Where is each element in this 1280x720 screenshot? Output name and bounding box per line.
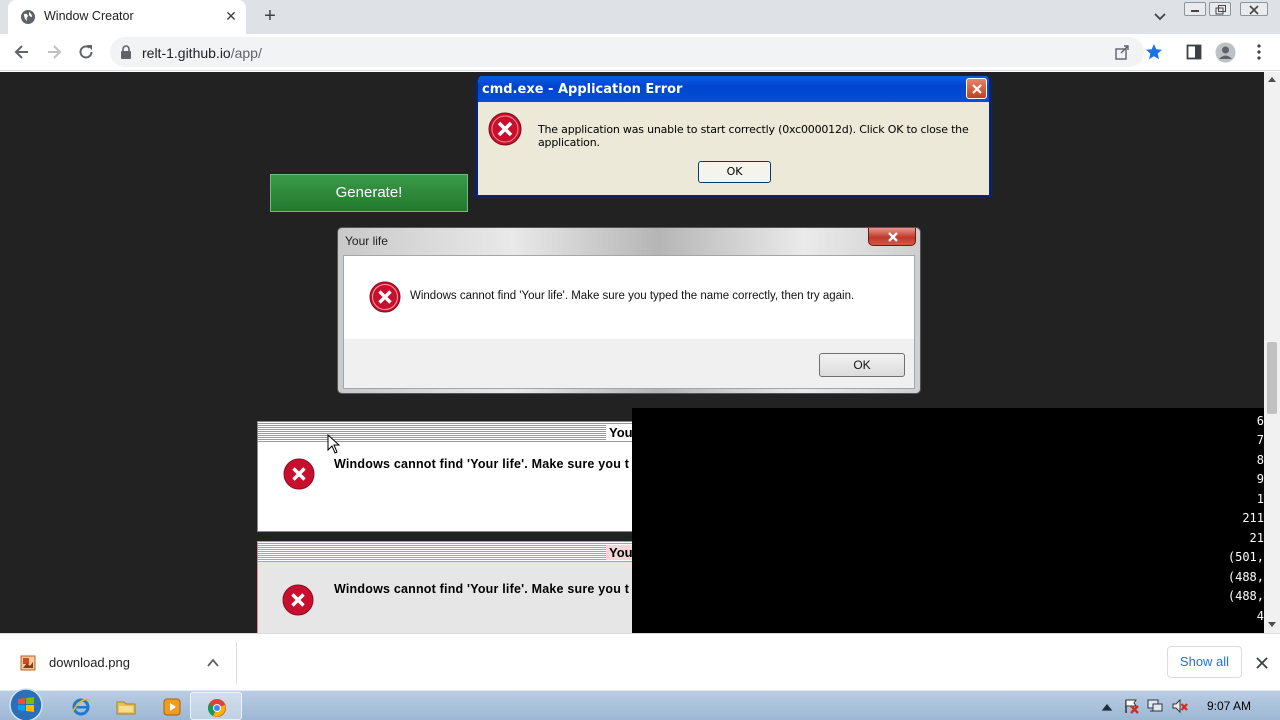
terminal-line: 1 <box>1256 492 1264 506</box>
terminal-line: (501, <box>1227 550 1264 564</box>
browser-tab[interactable]: Window Creator ✕ <box>8 0 246 34</box>
terminal-line: (488, <box>1227 570 1264 584</box>
xp-close-button[interactable] <box>966 78 987 99</box>
terminal-line: 4 <box>1256 609 1264 623</box>
classic-dialog-titlebar: Your <box>258 422 632 442</box>
tab-title: Window Creator <box>44 9 134 23</box>
lock-icon[interactable] <box>120 45 132 59</box>
restore-button[interactable] <box>1209 2 1231 16</box>
forward-arrow-icon[interactable] <box>44 42 64 62</box>
back-arrow-icon[interactable] <box>12 42 32 62</box>
network-icon[interactable] <box>1147 698 1163 714</box>
show-all-button[interactable]: Show all <box>1167 646 1242 678</box>
divider <box>236 642 237 684</box>
win7-dialog-body: Windows cannot find 'Your life'. Make su… <box>343 255 915 389</box>
window-close-button[interactable] <box>1240 2 1268 16</box>
classic-dialog-title: Your <box>606 545 632 560</box>
bookmark-star-icon[interactable] <box>1145 43 1163 61</box>
scroll-up-arrow-icon[interactable] <box>1268 76 1276 84</box>
xp-ok-button[interactable]: OK <box>698 161 771 183</box>
error-icon <box>283 458 315 490</box>
classic-dialog-message: Windows cannot find 'Your life'. Make su… <box>334 457 630 471</box>
xp-dialog-title: cmd.exe - Application Error <box>478 76 989 102</box>
close-icon <box>888 232 898 242</box>
terminal-line: (488, <box>1227 589 1264 603</box>
terminal-line: 7 <box>1256 433 1264 447</box>
win7-ok-button[interactable]: OK <box>819 353 905 377</box>
win7-close-button[interactable] <box>868 228 916 246</box>
reload-icon[interactable] <box>76 42 96 62</box>
xp-error-dialog: cmd.exe - Application Error The applicat… <box>475 76 992 198</box>
image-file-icon <box>20 655 36 671</box>
scroll-down-arrow-icon[interactable] <box>1268 620 1276 628</box>
terminal-line: 9 <box>1256 472 1264 486</box>
menu-kebab-icon[interactable] <box>1250 43 1268 61</box>
win7-dialog-title: Your life <box>345 234 388 248</box>
terminal-window: 6 7 8 9 1 211 21 (501, (488, (488, 4 <box>632 408 1264 633</box>
tab-strip: Window Creator ✕ + <box>0 0 1280 34</box>
classic-error-dialog: Your Windows cannot find 'Your life'. Ma… <box>257 541 633 633</box>
xp-dialog-message: The application was unable to start corr… <box>538 123 969 149</box>
taskbar-chrome-button[interactable] <box>190 692 242 720</box>
profile-avatar-icon[interactable] <box>1215 42 1236 63</box>
tab-search-chevron-icon[interactable] <box>1151 8 1169 26</box>
folder-icon <box>116 701 136 715</box>
media-player-icon <box>163 698 181 716</box>
mouse-cursor-icon <box>327 434 341 454</box>
start-orb-icon[interactable] <box>6 687 46 720</box>
classic-dialog-titlebar: Your <box>258 542 632 562</box>
close-shelf-icon[interactable] <box>1254 655 1270 671</box>
address-bar[interactable]: relt-1.github.io/app/ <box>110 37 1144 67</box>
scrollbar-thumb[interactable] <box>1267 342 1277 414</box>
close-icon <box>972 84 982 94</box>
error-icon <box>369 281 401 313</box>
download-shelf: download.png Show all <box>0 633 1280 690</box>
internet-explorer-icon <box>72 698 91 716</box>
classic-dialog-message: Windows cannot find 'Your life'. Make su… <box>334 582 630 596</box>
terminal-line: 8 <box>1256 453 1264 467</box>
terminal-line: 21 <box>1249 531 1264 545</box>
minimize-button[interactable] <box>1184 2 1206 16</box>
win7-error-dialog: Your life Windows cannot find 'Your life… <box>337 227 921 394</box>
error-icon <box>282 584 314 616</box>
browser-toolbar: relt-1.github.io/app/ <box>0 34 1280 71</box>
taskbar-clock[interactable]: 9:07 AM <box>1207 699 1251 713</box>
volume-muted-icon[interactable] <box>1172 698 1188 714</box>
classic-error-dialog: Your Windows cannot find 'Your life'. Ma… <box>257 421 633 532</box>
terminal-line: 211 <box>1242 511 1264 525</box>
win7-dialog-footer: OK <box>344 339 914 388</box>
classic-dialog-title: Your <box>606 425 632 440</box>
action-center-alert-icon[interactable] <box>1123 698 1139 714</box>
win7-dialog-message: Windows cannot find 'Your life'. Make su… <box>410 290 855 302</box>
taskbar: 9:07 AM <box>0 687 1280 720</box>
tab-close-icon[interactable]: ✕ <box>223 8 239 24</box>
page-scrollbar[interactable] <box>1264 72 1280 633</box>
page-content: Generate! cmd.exe - Application Error Th… <box>0 72 1264 633</box>
chevron-up-icon[interactable] <box>206 656 220 670</box>
url-text[interactable]: relt-1.github.io/app/ <box>142 45 262 61</box>
new-tab-button[interactable]: + <box>259 6 281 28</box>
tray-expand-icon[interactable] <box>1099 700 1115 716</box>
terminal-line: 6 <box>1256 414 1264 428</box>
download-file-name[interactable]: download.png <box>49 655 130 670</box>
error-icon <box>488 112 522 146</box>
taskbar-explorer-button[interactable] <box>100 692 152 720</box>
globe-icon <box>21 10 35 24</box>
side-panel-icon[interactable] <box>1186 44 1202 60</box>
generate-button[interactable]: Generate! <box>270 174 468 212</box>
chrome-icon <box>208 699 226 717</box>
share-icon[interactable] <box>1114 44 1130 60</box>
